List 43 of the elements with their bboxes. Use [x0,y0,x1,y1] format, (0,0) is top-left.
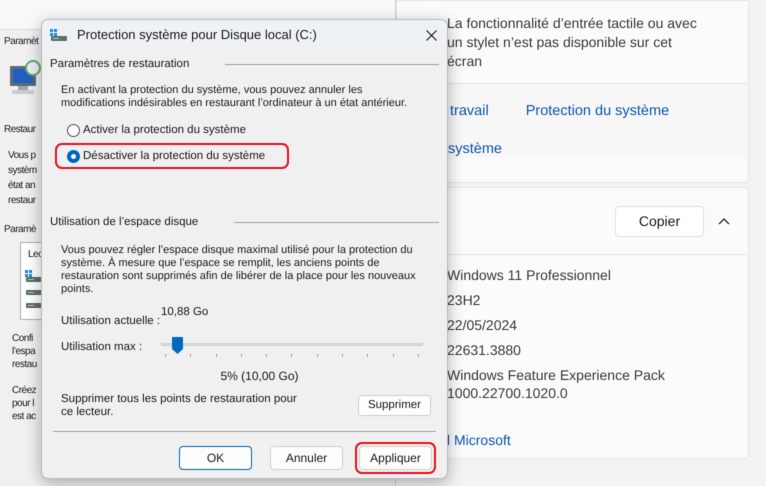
usage-percent: 5% (10,00 Go) [220,368,299,385]
section-heading: Restaur [4,123,36,137]
paragraph: Créez pour l est ac [12,384,36,423]
section-heading: Paramè [4,223,36,237]
close-icon[interactable] [426,30,437,40]
dialog-button[interactable]: Appliquer [355,442,436,474]
usage-value: 10,88 Go [161,304,208,320]
radio-label: Activer la protection du système [83,122,246,138]
radio-label: Désactiver la protection du système [83,148,266,164]
spec-value: Windows 11 Professionnel [447,266,612,284]
copy-button[interactable]: Copier [615,206,704,236]
delete-text: Supprimer tous les points de restauration pour ce lecteur. [61,392,298,419]
usage-slider[interactable] [161,336,423,359]
paragraph: Confi l’espa restau [12,332,37,371]
slider-thumb[interactable] [172,336,183,354]
group-title: Utilisation de l’espace disque [50,215,198,230]
description-text: En activant la protection du système, vous pouvez annuler les modifications indésirables en restaurant l’ordinateur à un état antérieur. [61,84,408,110]
link[interactable]: système [448,140,748,158]
paragraph: Vous p systèm état an restaur [8,149,37,208]
radio-option[interactable]: Désactiver la protection du système [55,143,289,170]
spec-value: Windows Feature Experience Pack 1000.22700.1020.0 [447,366,666,402]
drive-icon [25,303,43,308]
system-drive-icon [50,29,68,41]
radio-button[interactable] [67,150,80,163]
field-label: Utilisation actuelle : [61,314,161,328]
radio-option[interactable]: Activer la protection du système [55,119,258,142]
tab-label[interactable]: Paramèt [4,34,38,50]
radio-button[interactable] [67,124,80,137]
delete-button[interactable]: Supprimer [358,395,431,416]
system-drive-icon [25,270,43,282]
spec-value: 22/05/2024 [447,316,518,334]
link[interactable]: travail [450,102,489,120]
field-label: Utilisation max : [61,340,144,356]
chevron-up-icon[interactable] [718,217,730,225]
description-text: Vous pouvez régler l’espace disque maximal utilisé pour la protection du système. À mesure que l’espace se remplit, les anciens points de restauration sont supprimés afin de libérer de la place pour les nouveaux points. [61,244,417,296]
link[interactable]: l Microsoft [447,431,748,449]
info-text: La fonctionnalité d’entrée tactile ou avec un stylet n’est pas disponible sur cet écran [447,14,698,71]
group-title: Paramètres de restauration [50,57,190,72]
link[interactable]: Protection du système [526,102,670,120]
spec-value: 23H2 [447,291,482,309]
drive-icon [25,290,43,295]
window-title: Protection système pour Disque local (C:) [77,26,317,44]
spec-value: 22631.3880 [447,341,522,359]
